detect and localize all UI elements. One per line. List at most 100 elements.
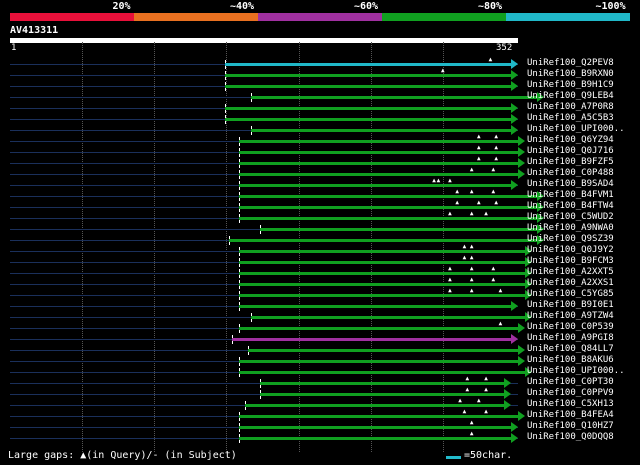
hit-bar[interactable] (239, 151, 520, 154)
hit-label[interactable]: UniRef100_B4FTW4 (527, 201, 614, 211)
hit-bar[interactable] (239, 140, 520, 143)
hit-bar[interactable] (239, 217, 538, 220)
hit-label[interactable]: UniRef100_Q6YZ94 (527, 135, 614, 145)
hit-label[interactable]: UniRef100_Q84LL7 (527, 344, 614, 354)
hit-label[interactable]: UniRef100_B9FZF5 (527, 157, 614, 167)
hit-bar[interactable] (239, 261, 527, 264)
hit-label[interactable]: UniRef100_A5C5B3 (527, 113, 614, 123)
query-gap-icon: ▲ (484, 408, 488, 415)
hit-bar[interactable] (239, 327, 520, 330)
legend-segment (506, 13, 630, 21)
hit-label[interactable]: UniRef100_B9FCM3 (527, 256, 614, 266)
hit-label[interactable]: UniRef100_A9TZW4 (527, 311, 614, 321)
hit-bar[interactable] (239, 371, 527, 374)
hit-label[interactable]: UniRef100_Q0DQQ8 (527, 432, 614, 442)
hit-label[interactable]: UniRef100_B4FEA4 (527, 410, 614, 420)
hit-bar[interactable] (239, 360, 520, 363)
query-gap-icon: ▲ (469, 287, 474, 294)
query-gap-icon: ▲ (491, 188, 496, 195)
query-gap-icon: ▲ (477, 155, 481, 162)
hit-label[interactable]: UniRef100_B9SAD4 (527, 179, 614, 189)
hit-label[interactable]: UniRef100_C5XH13 (527, 399, 614, 409)
hit-label[interactable]: UniRef100_C5YG85 (527, 289, 614, 299)
query-gap-icon: ▲ (469, 210, 474, 217)
hit-bar[interactable] (225, 118, 512, 121)
hit-arrow-icon (511, 103, 518, 113)
hit-arrow-icon (518, 169, 526, 179)
hit-bar[interactable] (232, 338, 512, 341)
hit-bar[interactable] (239, 283, 527, 286)
query-start-label: 1 (11, 43, 17, 53)
query-gap-icon: ▲ (477, 199, 481, 206)
hit-bar[interactable] (239, 437, 512, 440)
hit-bar[interactable] (239, 250, 527, 253)
hit-label[interactable]: UniRef100_B9RXN0 (527, 69, 614, 79)
hit-bar[interactable] (225, 63, 512, 66)
hit-label[interactable]: UniRef100_A2XXT5 (527, 267, 614, 277)
hit-arrow-icon (518, 323, 526, 333)
hit-bar[interactable] (239, 294, 527, 297)
query-gap-icon: ▲ (491, 265, 496, 272)
hit-bar[interactable] (248, 349, 520, 352)
query-gap-icon: ▲ (498, 320, 503, 327)
hit-label[interactable]: UniRef100_A2XXS1 (527, 278, 614, 288)
hit-bar[interactable] (239, 195, 538, 198)
query-gap-icon: ▲ (491, 276, 496, 283)
hit-label[interactable]: UniRef100_C5WUD2 (527, 212, 614, 222)
hit-bar[interactable] (239, 426, 512, 429)
query-gap-icon: ▲ (469, 276, 474, 283)
query-gap-icon: ▲ (469, 243, 474, 250)
hit-label[interactable]: UniRef100_UPI000.. (527, 124, 625, 134)
hit-label[interactable]: UniRef100_C0PPV9 (527, 388, 614, 398)
hit-label[interactable]: UniRef100_C0P539 (527, 322, 614, 332)
hit-label[interactable]: UniRef100_Q0J716 (527, 146, 614, 156)
hit-bar[interactable] (239, 272, 527, 275)
hit-label[interactable]: UniRef100_C0P488 (527, 168, 614, 178)
hit-label[interactable]: UniRef100_A9NWA0 (527, 223, 614, 233)
hit-bar[interactable] (245, 404, 505, 407)
hit-label[interactable]: UniRef100_Q2PEV8 (527, 58, 614, 68)
hit-label[interactable]: UniRef100_A7P0R8 (527, 102, 614, 112)
hit-label[interactable]: UniRef100_C0PT30 (527, 377, 614, 387)
hit-label[interactable]: UniRef100_UPI000.. (527, 366, 625, 376)
hit-arrow-icon (518, 345, 526, 355)
hit-label[interactable]: UniRef100_Q9LEB4 (527, 91, 614, 101)
hit-bar[interactable] (225, 85, 512, 88)
hit-bar[interactable] (239, 162, 520, 165)
hit-label[interactable]: UniRef100_B4FVM1 (527, 190, 614, 200)
grid-line (82, 42, 84, 452)
query-gap-icon: ▲ (469, 430, 474, 437)
hit-bar[interactable] (239, 415, 520, 418)
hit-bar[interactable] (239, 206, 538, 209)
hit-label[interactable]: UniRef100_Q9SZ39 (527, 234, 614, 244)
query-gap-icon: ▲ (440, 67, 445, 74)
hit-arrow-icon (511, 59, 518, 69)
hit-bar[interactable] (225, 74, 512, 77)
hit-bar[interactable] (239, 184, 512, 187)
query-gap-icon: ▲ (448, 276, 452, 283)
hit-arrow-icon (511, 114, 518, 124)
hit-bar[interactable] (225, 107, 512, 110)
hit-bar[interactable] (229, 239, 538, 242)
query-gap-icon: ▲ (469, 188, 474, 195)
hit-label[interactable]: UniRef100_B8AKU6 (527, 355, 614, 365)
gap-legend: Large gaps: ▲(in Query)/- (in Subject) (8, 450, 237, 461)
hit-label[interactable]: UniRef100_Q0J9Y2 (527, 245, 614, 255)
query-gap-icon: ▲ (469, 254, 474, 261)
hit-label[interactable]: UniRef100_B9H1C9 (527, 80, 614, 90)
query-gap-icon: ▲ (465, 386, 470, 393)
hit-label[interactable]: UniRef100_A9PGI8 (527, 333, 614, 343)
hit-bar[interactable] (251, 316, 527, 319)
hit-bar[interactable] (251, 96, 538, 99)
hit-arrow-icon (518, 136, 526, 146)
query-gap-icon: ▲ (491, 166, 496, 173)
hit-label[interactable]: UniRef100_B9I0E1 (527, 300, 614, 310)
hit-bar[interactable] (239, 173, 520, 176)
hit-bar[interactable] (251, 129, 512, 132)
hit-bar[interactable] (239, 305, 512, 308)
hit-label[interactable]: UniRef100_Q10HZ7 (527, 421, 614, 431)
hit-bar[interactable] (259, 228, 538, 231)
hit-bar[interactable] (259, 382, 505, 385)
query-gap-icon: ▲ (488, 56, 493, 63)
hit-bar[interactable] (259, 393, 505, 396)
